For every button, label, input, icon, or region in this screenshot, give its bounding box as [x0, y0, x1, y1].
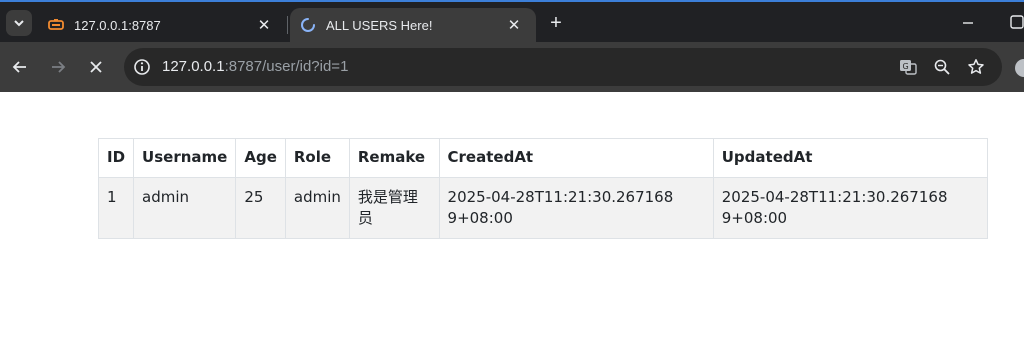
- arrow-left-icon: [12, 61, 26, 73]
- cell-updated-at-text: 2025-04-28T11:21:30.2671689+08:00: [721, 188, 948, 227]
- cell-role: admin: [284, 177, 350, 239]
- tab-separator: [287, 16, 288, 34]
- cell-created-at: 2025-04-28T11:21:30.2671689+08:00: [438, 177, 714, 239]
- site-info-icon[interactable]: [133, 58, 151, 76]
- tab-title: ALL USERS Here!: [326, 17, 433, 33]
- tab-close-icon[interactable]: ✕: [504, 15, 524, 35]
- close-icon: [90, 61, 102, 73]
- browser-toolbar: 127.0.0.1:8787/user/id?id=1 G: [0, 42, 1024, 92]
- table-row: 1 admin 25 admin 我是管理员 2025-04-28T11:21:…: [97, 177, 989, 239]
- address-host: 127.0.0.1: [162, 58, 225, 75]
- cell-remake-text: 我是管理员: [357, 188, 418, 227]
- loading-spinner-icon: [300, 17, 316, 33]
- site-favicon-icon: [48, 17, 64, 33]
- cell-username: admin: [133, 177, 237, 239]
- tab-inactive[interactable]: 127.0.0.1:8787 ✕: [38, 8, 286, 42]
- profile-avatar-icon[interactable]: [1014, 56, 1024, 80]
- page-content: ID Username Age Role Remake CreatedAt Up…: [0, 92, 1024, 351]
- address-url[interactable]: 127.0.0.1:8787/user/id?id=1: [162, 58, 348, 75]
- column-header: CreatedAt: [438, 138, 714, 178]
- tab-close-icon[interactable]: ✕: [254, 15, 274, 35]
- new-tab-button[interactable]: +: [544, 12, 568, 36]
- users-table: ID Username Age Role Remake CreatedAt Up…: [97, 138, 989, 239]
- cell-age: 25: [235, 177, 286, 239]
- cell-remake: 我是管理员: [348, 177, 440, 239]
- stop-loading-button[interactable]: [84, 55, 108, 79]
- column-header: UpdatedAt: [712, 138, 989, 178]
- cell-created-at-text: 2025-04-28T11:21:30.2671689+08:00: [447, 188, 674, 227]
- translate-icon[interactable]: G: [898, 57, 918, 77]
- tab-title: 127.0.0.1:8787: [74, 17, 161, 33]
- column-header: Age: [235, 138, 286, 178]
- bookmark-star-icon[interactable]: [966, 57, 986, 77]
- forward-button[interactable]: [46, 55, 70, 79]
- tab-strip: 127.0.0.1:8787 ✕ ALL USERS Here! ✕ +: [0, 0, 1024, 42]
- column-header: Remake: [348, 138, 440, 178]
- table-header-row: ID Username Age Role Remake CreatedAt Up…: [97, 138, 989, 178]
- address-path: :8787/user/id?id=1: [224, 58, 349, 75]
- tab-search-button[interactable]: [6, 10, 32, 36]
- svg-text:G: G: [903, 62, 909, 71]
- minimize-icon[interactable]: [958, 12, 978, 32]
- address-bar[interactable]: 127.0.0.1:8787/user/id?id=1 G: [124, 48, 1002, 86]
- chevron-down-icon: [14, 20, 24, 27]
- column-header: ID: [97, 138, 135, 178]
- column-header: Role: [284, 138, 350, 178]
- cell-id: 1: [97, 177, 135, 239]
- tab-active[interactable]: ALL USERS Here! ✕: [290, 8, 536, 42]
- arrow-right-icon: [52, 61, 66, 73]
- back-button[interactable]: [8, 55, 32, 79]
- zoom-icon[interactable]: [932, 57, 952, 77]
- cell-updated-at: 2025-04-28T11:21:30.2671689+08:00: [712, 177, 989, 239]
- maximize-icon[interactable]: [1010, 15, 1024, 29]
- column-header: Username: [133, 138, 237, 178]
